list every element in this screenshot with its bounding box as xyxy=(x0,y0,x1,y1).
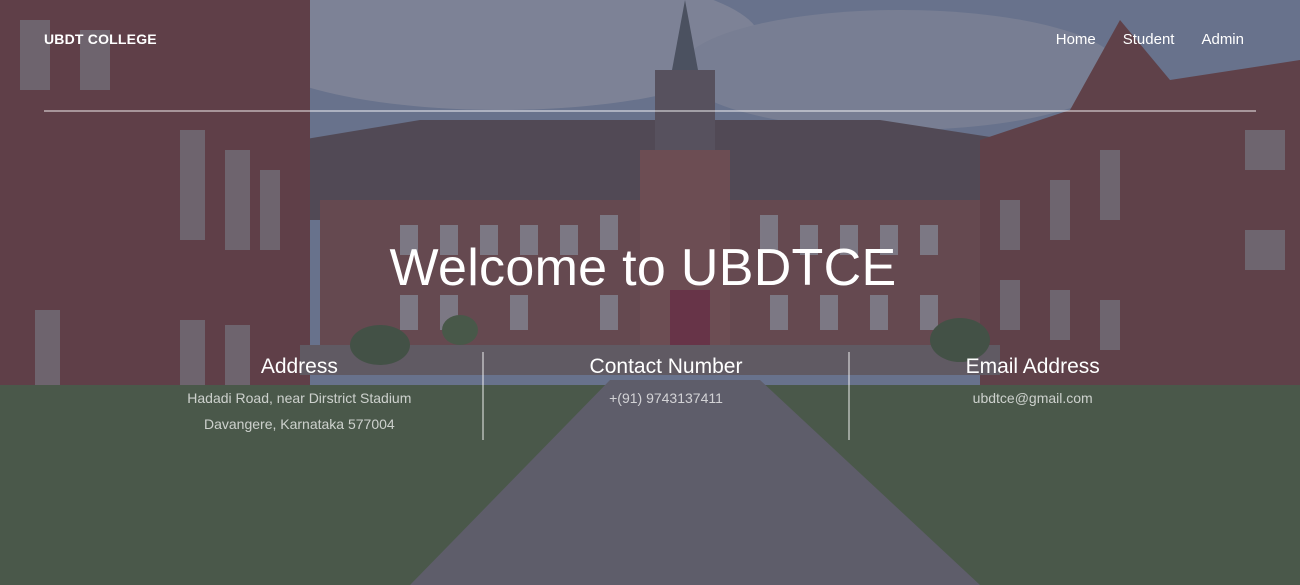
email-address: ubdtce@gmail.com xyxy=(972,390,1093,406)
landing-page: UBDT COLLEGE Home Student Admin Welcome … xyxy=(0,0,1300,585)
address-heading: Address xyxy=(260,355,338,378)
hero-title: Welcome to UBDTCE xyxy=(389,239,897,297)
email-block: Email Address ubdtce@gmail.com xyxy=(848,352,1215,440)
brand-logo-link[interactable]: UBDT COLLEGE xyxy=(44,31,157,47)
contact-heading: Contact Number xyxy=(589,355,743,378)
address-line-2: Davangere, Karnataka 577004 xyxy=(203,416,395,432)
nav-link-admin[interactable]: Admin xyxy=(1201,31,1244,48)
email-heading: Email Address xyxy=(965,355,1100,378)
address-line-1: Hadadi Road, near Dirstrict Stadium xyxy=(187,390,412,406)
address-block: Address Hadadi Road, near Dirstrict Stad… xyxy=(117,352,482,440)
contact-number: +(91) 9743137411 xyxy=(609,390,723,406)
contact-info-row: Address Hadadi Road, near Dirstrict Stad… xyxy=(117,352,1215,440)
nav-links: Home Student Admin xyxy=(1056,31,1244,48)
nav-link-student[interactable]: Student xyxy=(1123,31,1175,48)
contact-block: Contact Number +(91) 9743137411 xyxy=(481,352,849,440)
top-navbar: UBDT COLLEGE Home Student Admin xyxy=(44,0,1256,112)
nav-link-home[interactable]: Home xyxy=(1056,31,1096,48)
